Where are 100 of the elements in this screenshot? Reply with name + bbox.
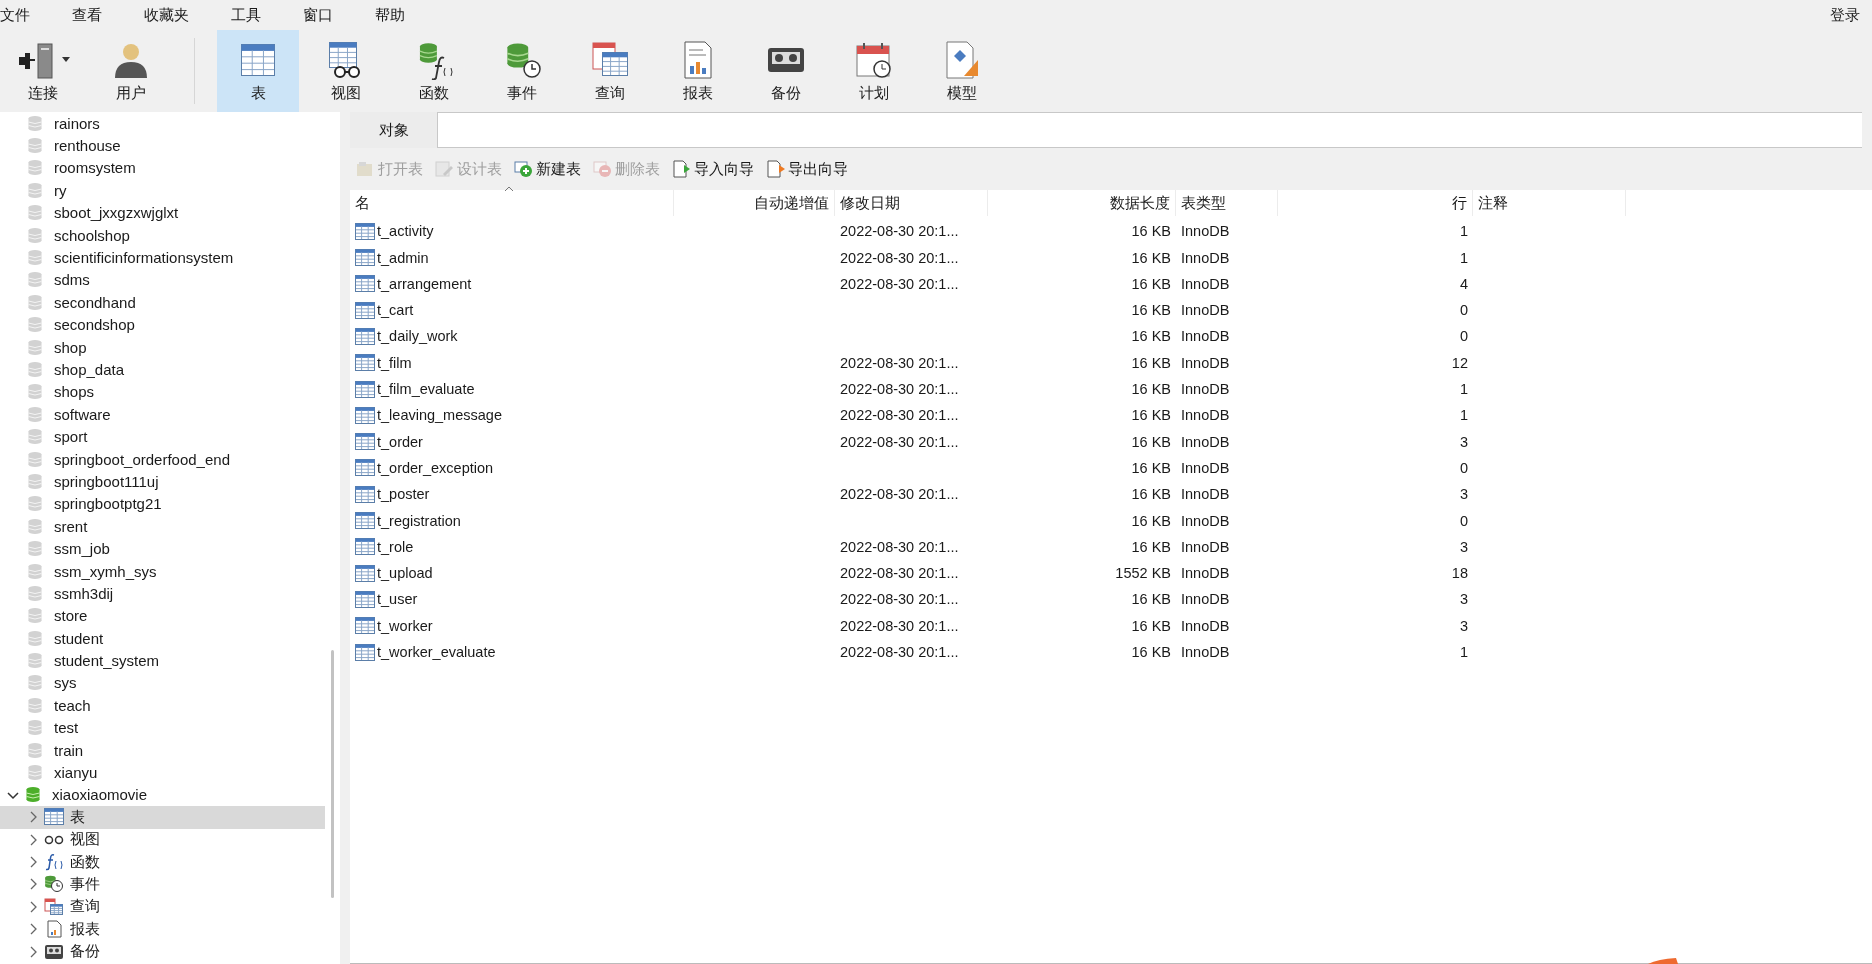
menu-item[interactable]: 工具: [231, 5, 261, 25]
engine-cell: InnoDB: [1181, 617, 1230, 634]
new-table-button[interactable]: 新建表: [512, 159, 583, 179]
toolbar-schedule-button[interactable]: 计划: [833, 30, 915, 112]
objects-tab[interactable]: 对象: [350, 112, 437, 148]
database-name[interactable]: srent: [54, 517, 88, 535]
query-table-icon: [44, 897, 64, 916]
database-name[interactable]: student: [54, 629, 104, 647]
database-name[interactable]: scientificinformationsystem: [54, 249, 234, 267]
engine-cell: InnoDB: [1181, 407, 1230, 424]
table-grid-icon: [355, 590, 375, 608]
menu-item[interactable]: 窗口: [303, 5, 333, 25]
column-header[interactable]: 名: [350, 190, 674, 216]
modified-cell: 2022-08-30 20:1...: [840, 354, 959, 371]
database-name[interactable]: springboot_orderfood_end: [54, 450, 230, 468]
toolbar-view-button[interactable]: 视图: [305, 30, 387, 112]
data-length-cell: 16 KB: [1131, 381, 1171, 398]
tree-item[interactable]: 事件: [0, 873, 325, 896]
toolbar-backup-button[interactable]: 备份: [745, 30, 827, 112]
rows-cell: 1: [1459, 381, 1468, 398]
import-table-button[interactable]: 导入向导: [670, 159, 756, 179]
menu-item[interactable]: 文件: [0, 5, 30, 25]
tree-item[interactable]: 报表: [0, 918, 325, 941]
tree-item[interactable]: 函数: [0, 850, 325, 874]
data-length-cell: 16 KB: [1131, 302, 1171, 319]
database-name[interactable]: software: [54, 405, 111, 423]
database-name[interactable]: ry: [54, 181, 67, 199]
database-name[interactable]: store: [54, 607, 88, 625]
engine-cell: InnoDB: [1181, 512, 1230, 529]
toolbar-function-button[interactable]: 函数: [393, 30, 475, 112]
login-link[interactable]: 登录: [1830, 5, 1860, 25]
column-header[interactable]: 行: [1278, 190, 1473, 216]
database-name[interactable]: sdms: [54, 271, 90, 289]
database-name[interactable]: shop: [54, 338, 87, 356]
rows-cell: 1: [1459, 407, 1468, 424]
database-name[interactable]: rainors: [54, 114, 100, 132]
column-header[interactable]: 自动递增值: [674, 190, 835, 216]
database-name[interactable]: renthouse: [54, 137, 121, 155]
toolbar-report-button[interactable]: 报表: [657, 30, 739, 112]
database-name[interactable]: student_system: [54, 652, 160, 670]
database-name[interactable]: xiaoxiaomovie: [52, 786, 148, 804]
rows-cell: 3: [1459, 538, 1468, 555]
menu-item[interactable]: 收藏夹: [144, 5, 189, 25]
table-grid-icon: [355, 406, 375, 424]
rows-cell: 0: [1459, 459, 1468, 476]
database-name[interactable]: shop_data: [54, 361, 125, 378]
rows-cell: 1: [1459, 223, 1468, 240]
table-name-cell: t_worker_evaluate: [377, 644, 496, 661]
toolbar-query-button[interactable]: 查询: [569, 30, 651, 112]
tree-item[interactable]: 查询: [0, 895, 325, 919]
table-grid-icon: [355, 301, 375, 319]
database-name[interactable]: shops: [54, 383, 95, 401]
database-name[interactable]: sport: [54, 428, 88, 446]
database-name[interactable]: xianyu: [54, 764, 98, 781]
database-clock-icon: [44, 875, 64, 894]
rows-cell: 3: [1459, 433, 1468, 450]
modified-cell: 2022-08-30 20:1...: [840, 223, 959, 240]
database-name[interactable]: sboot_jxxgzxwjglxt: [54, 204, 179, 222]
menu-item[interactable]: 查看: [72, 5, 102, 25]
table-grid-icon: [355, 617, 375, 635]
scrollbar-thumb[interactable]: [331, 650, 334, 898]
export-table-button[interactable]: 导出向导: [764, 159, 850, 179]
cassette-icon: [44, 942, 64, 961]
column-header[interactable]: 修改日期: [835, 190, 988, 216]
database-name[interactable]: springboot111uj: [54, 472, 159, 490]
column-header[interactable]: 数据长度: [988, 190, 1176, 216]
table-grid-icon: [355, 538, 375, 556]
database-name[interactable]: ssm_job: [54, 540, 110, 558]
database-name[interactable]: secondshop: [54, 316, 135, 334]
menu-item[interactable]: 帮助: [375, 5, 405, 25]
data-length-cell: 16 KB: [1131, 249, 1171, 266]
database-name[interactable]: teach: [54, 696, 91, 714]
database-name[interactable]: roomsystem: [54, 159, 136, 177]
toolbar-user-button[interactable]: 用户: [90, 30, 172, 112]
tree-item[interactable]: 视图: [0, 828, 325, 851]
database-name[interactable]: schoolshop: [54, 226, 130, 244]
data-length-cell: 16 KB: [1131, 223, 1171, 240]
table-grid-icon: [355, 328, 375, 345]
rows-cell: 3: [1459, 617, 1468, 634]
tree-item[interactable]: 备份: [0, 940, 325, 963]
rows-cell: 3: [1459, 486, 1468, 503]
column-header[interactable]: 注释: [1473, 190, 1626, 216]
database-name[interactable]: ssmh3dij: [54, 584, 114, 602]
data-length-cell: 16 KB: [1131, 459, 1171, 476]
toolbar-table-button[interactable]: 表: [217, 30, 299, 112]
table-name-cell: t_admin: [377, 249, 429, 266]
database-name[interactable]: train: [54, 741, 84, 759]
column-header[interactable]: 表类型: [1176, 190, 1278, 216]
export-table-icon: [766, 160, 786, 178]
table-grid-icon: [355, 275, 375, 293]
database-name[interactable]: ssm_xymh_sys: [54, 562, 157, 580]
database-name[interactable]: test: [54, 719, 79, 737]
toolbar-event-button[interactable]: 事件: [481, 30, 563, 112]
database-name[interactable]: springbootptg21: [54, 495, 162, 513]
toolbar-model-button[interactable]: 模型: [921, 30, 1003, 112]
tree-item[interactable]: 表: [0, 806, 325, 829]
toolbar-connect-button[interactable]: 连接: [2, 30, 84, 112]
caret-icon[interactable]: [62, 57, 70, 62]
database-name[interactable]: sys: [54, 674, 77, 692]
database-name[interactable]: secondhand: [54, 293, 136, 311]
